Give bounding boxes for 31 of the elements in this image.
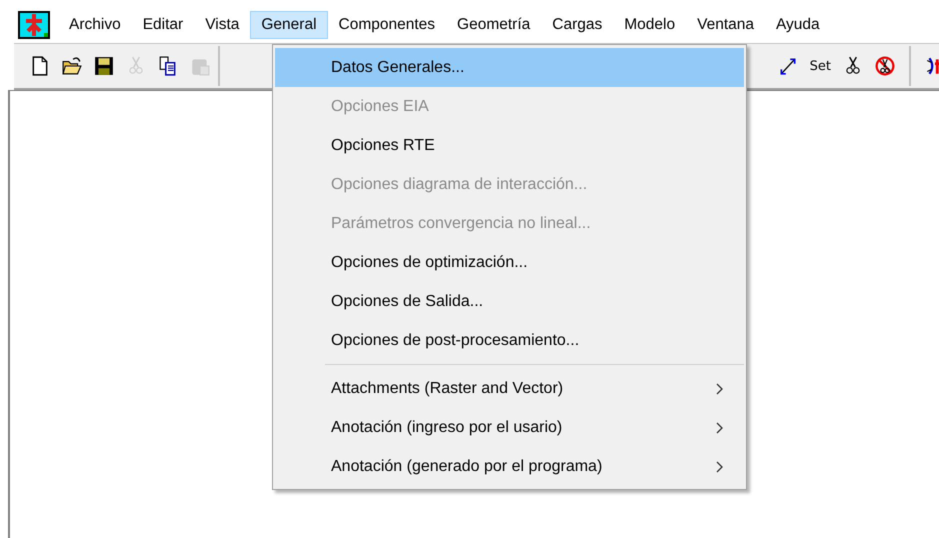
menu-title[interactable]: Ventana bbox=[686, 11, 765, 39]
menu-item[interactable]: Opciones de post-procesamiento... bbox=[275, 321, 744, 360]
copy-icon bbox=[158, 56, 178, 76]
new-file-icon bbox=[30, 56, 50, 76]
menu-title[interactable]: Cargas bbox=[541, 11, 614, 39]
menu-item[interactable]: Opciones de Salida... bbox=[275, 282, 744, 321]
menu-title[interactable]: Geometría bbox=[446, 11, 542, 39]
floppy-disk-button[interactable] bbox=[92, 54, 116, 78]
chevron-right-icon bbox=[716, 422, 724, 434]
menu-title[interactable]: Componentes bbox=[328, 11, 446, 39]
menu-title[interactable]: Vista bbox=[194, 11, 250, 39]
open-folder-icon bbox=[62, 56, 82, 76]
menu-item[interactable]: Opciones de optimización... bbox=[275, 243, 744, 282]
menu-title[interactable]: Ayuda bbox=[765, 11, 831, 39]
menu-item[interactable]: Anotación (ingreso por el usario) bbox=[275, 408, 744, 447]
no-scissors-icon bbox=[875, 56, 895, 76]
chevron-right-icon bbox=[716, 382, 724, 394]
menu-title[interactable]: Modelo bbox=[613, 11, 686, 39]
app-logo-icon[interactable] bbox=[18, 11, 50, 39]
section-icon bbox=[925, 56, 939, 76]
resize-arrow-icon bbox=[778, 56, 798, 76]
menu-title[interactable]: Archivo bbox=[58, 11, 132, 39]
menu-title[interactable]: General bbox=[250, 11, 328, 39]
menu-title[interactable]: Editar bbox=[132, 11, 194, 39]
no-scissors-button[interactable] bbox=[873, 54, 897, 78]
chevron-right-icon bbox=[716, 460, 724, 472]
menu-item[interactable]: Datos Generales... bbox=[275, 48, 744, 87]
menu-item[interactable]: Opciones RTE bbox=[275, 126, 744, 165]
menu-item[interactable]: Anotación (generado por el programa) bbox=[275, 447, 744, 486]
menu-item[interactable]: Attachments (Raster and Vector) bbox=[275, 369, 744, 408]
set-button[interactable]: Set bbox=[808, 56, 833, 76]
